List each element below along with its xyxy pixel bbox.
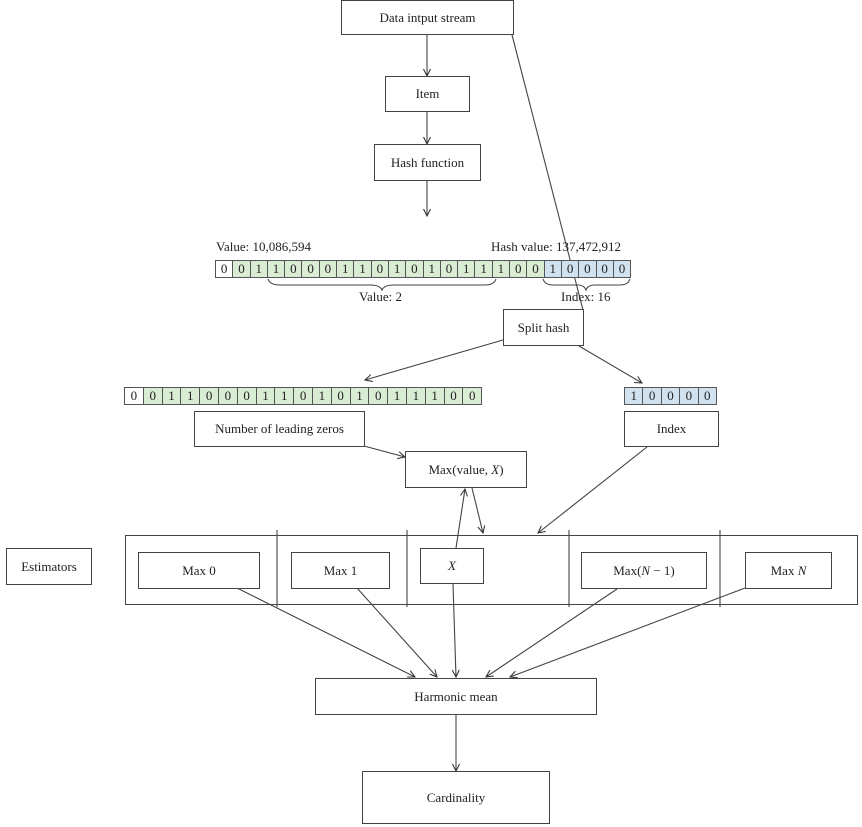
- bit-cell: 1: [180, 387, 201, 405]
- bit-cell: 0: [679, 387, 699, 405]
- bit-cell: 0: [439, 260, 459, 278]
- bit-cell: 0: [232, 260, 251, 278]
- bit-cell: 0: [595, 260, 614, 278]
- input-value-label: Value: 10,086,594: [216, 239, 311, 254]
- estimator-max-1-label: Max 1: [323, 562, 358, 578]
- bit-cell: 1: [387, 260, 407, 278]
- bit-cell: 0: [284, 260, 303, 278]
- estimator-x: X: [420, 548, 484, 584]
- brace-index-label: Index: 16: [561, 289, 611, 304]
- bit-cell: 1: [161, 387, 182, 405]
- estimator-max-1: Max 1: [291, 552, 390, 589]
- item-label: Item: [415, 86, 440, 101]
- bit-cell: 0: [215, 260, 234, 278]
- estimators-label: Estimators: [21, 558, 77, 574]
- bit-cell: 0: [462, 387, 483, 405]
- brace-value-label: Value: 2: [359, 289, 402, 304]
- bit-cell: 1: [255, 387, 276, 405]
- estimator-max-n: Max N: [745, 552, 832, 589]
- bit-cell: 0: [318, 260, 338, 278]
- estimator-max-n-minus-1: Max(N − 1): [581, 552, 707, 589]
- bit-cell: 0: [612, 260, 632, 278]
- split-hash-box: Split hash: [503, 309, 584, 346]
- max-value-x-box: Max(value, X): [405, 451, 527, 488]
- bit-cell: 0: [217, 387, 238, 405]
- bit-cell: 1: [274, 387, 295, 405]
- bit-cell: 0: [293, 387, 313, 405]
- bit-cell: 0: [660, 387, 681, 405]
- data-input-stream-box: Data intput stream: [341, 0, 514, 35]
- arrow-max-to-estimators: [471, 487, 483, 533]
- value-bit-row: 0011000110101011100: [124, 387, 483, 405]
- bit-cell: 0: [142, 387, 163, 405]
- bit-cell: 0: [697, 387, 717, 405]
- bit-cell: 0: [330, 387, 351, 405]
- index-label: Index: [656, 421, 687, 436]
- index-bit-row: 10000: [624, 387, 717, 405]
- split-hash-label: Split hash: [517, 319, 570, 335]
- bit-cell: 0: [199, 387, 219, 405]
- bit-cell: 0: [642, 387, 662, 405]
- leading-zeros-label: Number of leading zeros: [215, 421, 344, 436]
- estimator-x-label: X: [448, 558, 456, 573]
- estimators-label-box: Estimators: [6, 548, 92, 585]
- hash-function-box: Hash function: [374, 144, 481, 181]
- item-box: Item: [385, 76, 470, 112]
- leading-zeros-box: Number of leading zeros: [194, 411, 365, 447]
- bit-cell: 0: [443, 387, 464, 405]
- bit-cell: 1: [353, 260, 372, 278]
- bit-cell: 0: [370, 260, 389, 278]
- bit-cell: 1: [387, 387, 407, 405]
- bit-cell: 1: [624, 387, 644, 405]
- harmonic-mean-label: Harmonic mean: [414, 688, 498, 704]
- hash-value-label: Hash value: 137,472,912: [491, 239, 621, 254]
- arrow-index-to-estimators: [538, 446, 648, 533]
- bit-cell: 1: [336, 260, 355, 278]
- bit-cell: 1: [457, 260, 476, 278]
- bit-cell: 0: [509, 260, 528, 278]
- bit-cell: 0: [368, 387, 389, 405]
- bit-cell: 1: [491, 260, 511, 278]
- bit-cell: 1: [424, 387, 445, 405]
- bit-cell: 1: [249, 260, 268, 278]
- bit-cell: 1: [474, 260, 493, 278]
- bit-cell: 0: [560, 260, 580, 278]
- data-input-stream-label: Data intput stream: [379, 9, 476, 25]
- bit-cell: 0: [301, 260, 320, 278]
- bit-cell: 0: [236, 387, 257, 405]
- bit-cell: 1: [422, 260, 441, 278]
- estimator-max-n-minus-1-label: Max(N − 1): [613, 562, 675, 578]
- bit-cell: 1: [266, 260, 286, 278]
- bit-cell: 1: [405, 387, 426, 405]
- estimator-max-0-label: Max 0: [182, 562, 216, 578]
- estimator-max-n-label: Max N: [770, 562, 807, 578]
- arrow-split-to-value: [365, 339, 504, 380]
- estimator-max-0: Max 0: [138, 552, 260, 589]
- arrow-zeros-to-max: [363, 445, 405, 457]
- hash-bit-row: 001100011010101110010000: [215, 260, 632, 278]
- cardinality-box: Cardinality: [362, 771, 550, 824]
- arrow-split-to-index: [578, 345, 642, 383]
- hash-function-label: Hash function: [390, 154, 465, 170]
- cardinality-label: Cardinality: [426, 789, 486, 805]
- bit-cell: 0: [405, 260, 424, 278]
- harmonic-mean-box: Harmonic mean: [315, 678, 597, 715]
- bit-cell: 1: [543, 260, 562, 278]
- index-box: Index: [624, 411, 719, 447]
- bit-cell: 0: [124, 387, 144, 405]
- bit-cell: 0: [526, 260, 545, 278]
- bit-cell: 1: [311, 387, 332, 405]
- max-value-x-label: Max(value, X): [428, 461, 504, 477]
- bit-cell: 0: [578, 260, 597, 278]
- bit-cell: 1: [349, 387, 370, 405]
